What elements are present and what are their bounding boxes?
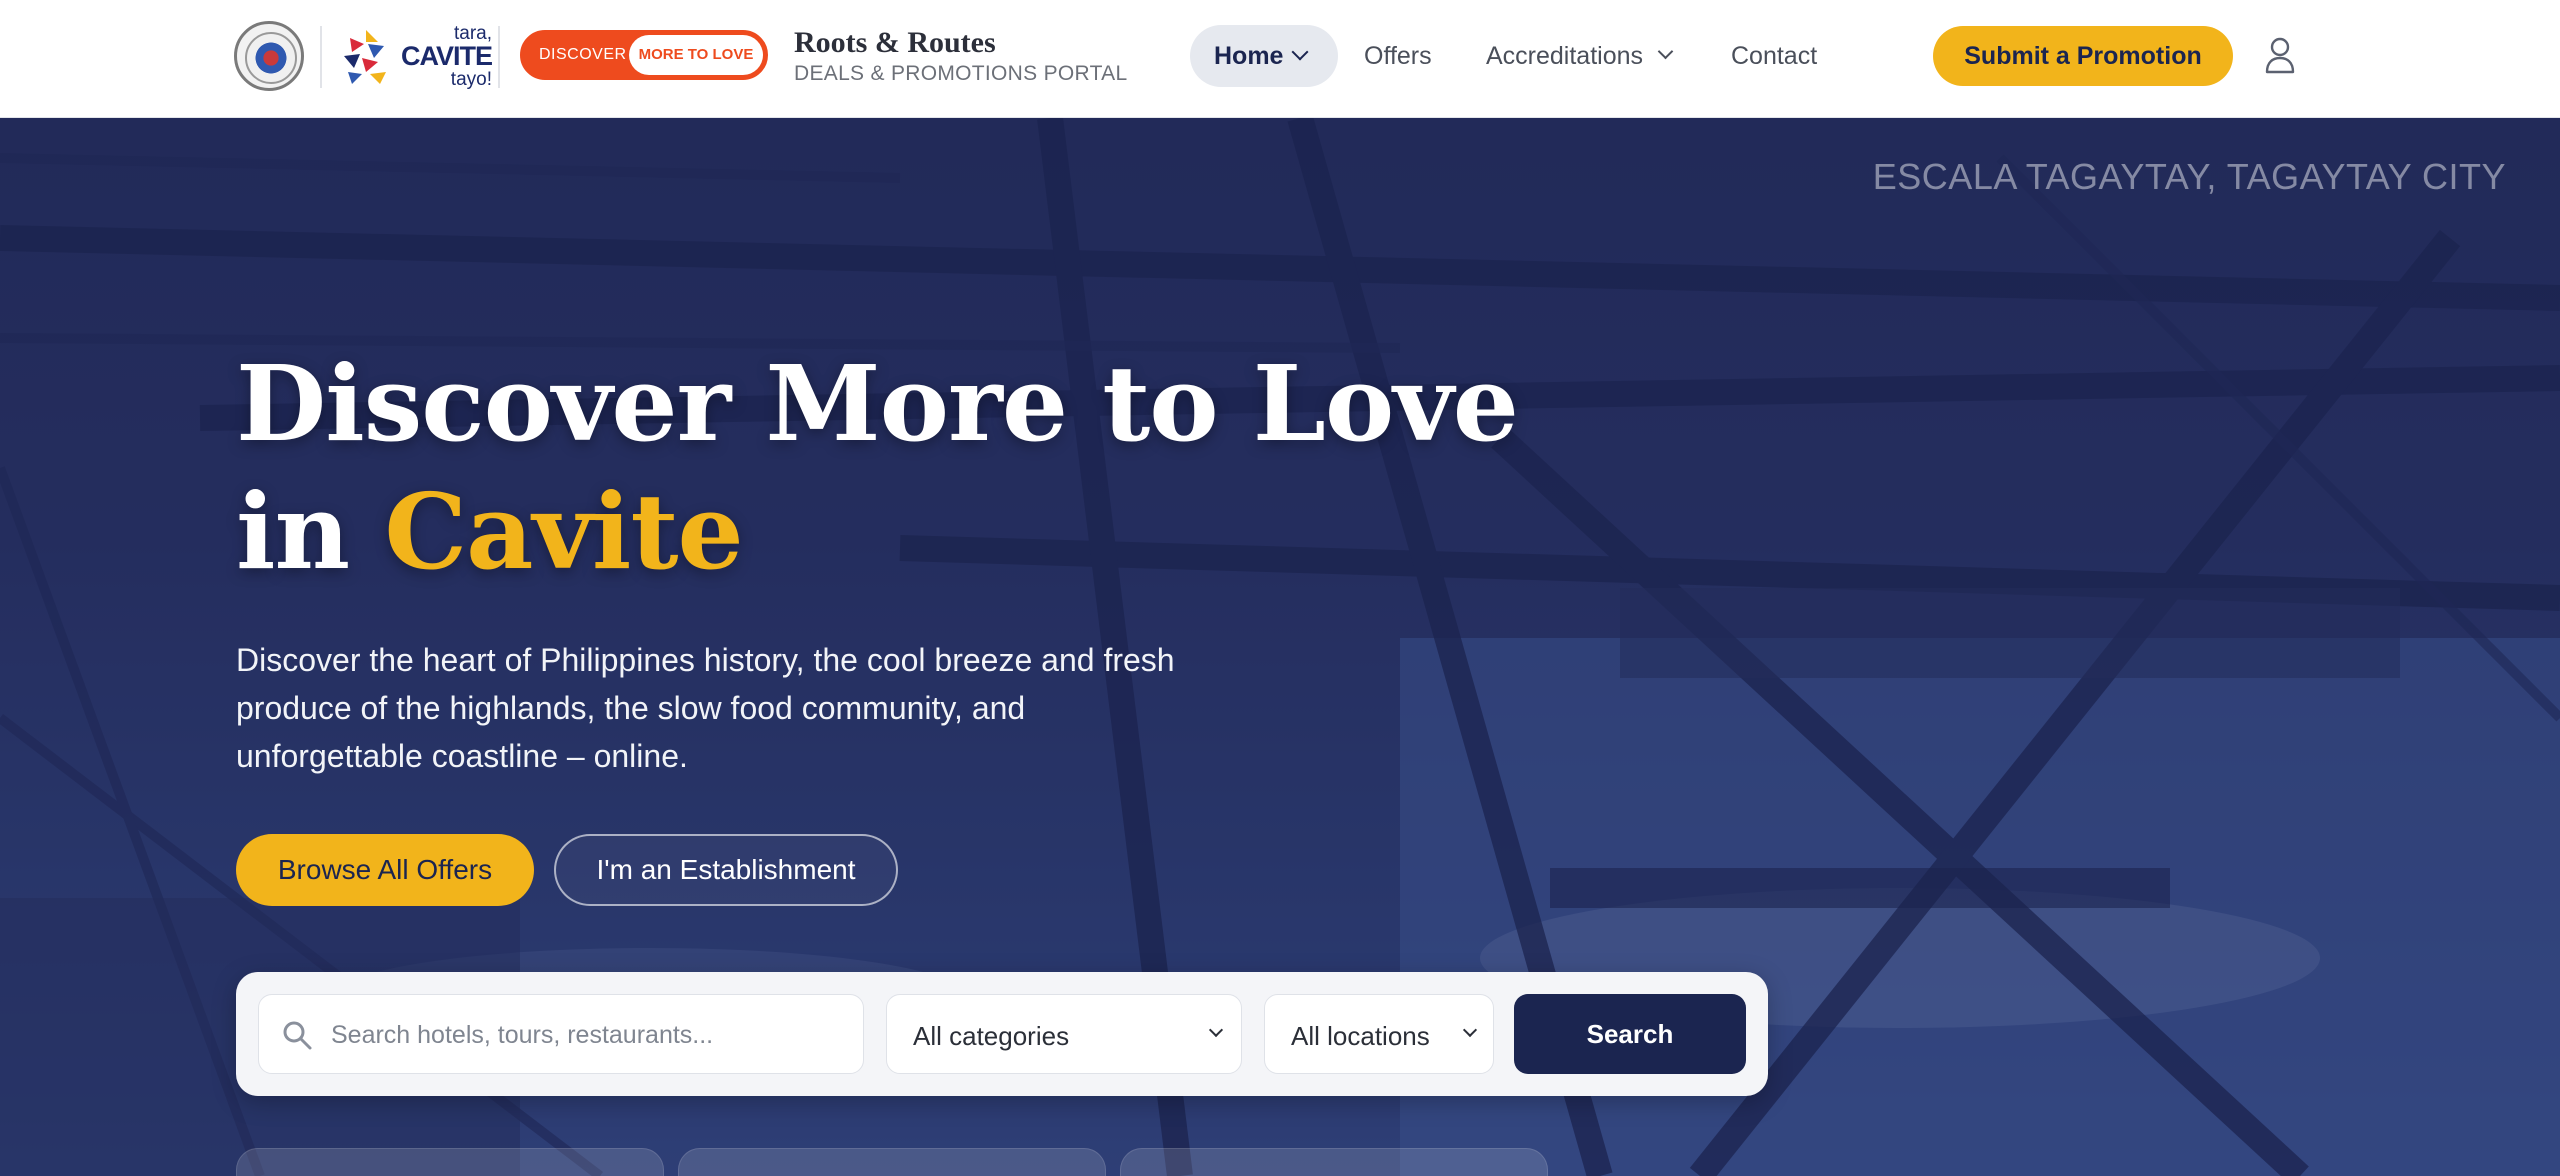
- nav-item-accreditations[interactable]: Accreditations: [1486, 42, 1643, 71]
- discover-more-to-love-badge[interactable]: DISCOVER MORE TO LOVE: [520, 30, 768, 80]
- hero-headline: Discover More to Love in Cavite: [236, 340, 1519, 596]
- nav-item-contact[interactable]: Contact: [1731, 42, 1817, 71]
- category-select-value: All categories: [913, 1021, 1070, 1051]
- offer-card[interactable]: [1120, 1148, 1548, 1176]
- user-icon[interactable]: [2264, 36, 2296, 74]
- submit-promotion-button[interactable]: Submit a Promotion: [1933, 26, 2233, 86]
- nav-home-label: Home: [1214, 42, 1284, 70]
- nav-item-home[interactable]: Home: [1190, 25, 1338, 87]
- logo-divider: [320, 26, 322, 88]
- headline-accent: Cavite: [384, 470, 743, 593]
- photo-location-caption: ESCALA TAGAYTAY, TAGAYTAY CITY: [1872, 156, 2506, 197]
- tara-line2: CAVITE: [400, 41, 493, 71]
- chevron-down-icon[interactable]: [1657, 43, 1674, 60]
- hero-lead-text: Discover the heart of Philippines histor…: [236, 642, 1175, 774]
- location-select[interactable]: All locations: [1264, 994, 1494, 1074]
- search-button[interactable]: Search: [1514, 994, 1746, 1074]
- badge-left-text: DISCOVER: [539, 46, 627, 63]
- tara-cavite-logo[interactable]: tara, CAVITE tayo!: [340, 22, 493, 92]
- brand-title[interactable]: Roots & Routes: [794, 26, 996, 60]
- provincial-seal-logo[interactable]: [234, 21, 304, 91]
- badge-right-text: MORE TO LOVE: [629, 35, 763, 75]
- top-navbar: tara, CAVITE tayo! DISCOVER MORE TO LOVE…: [0, 0, 2560, 118]
- tara-line3: tayo!: [450, 69, 492, 90]
- chevron-down-icon: [1462, 1022, 1478, 1038]
- logo-divider: [498, 26, 500, 88]
- chevron-down-icon: [1291, 43, 1309, 61]
- headline-line1: Discover More to Love: [236, 342, 1519, 465]
- nav-item-offers[interactable]: Offers: [1364, 42, 1432, 71]
- search-icon: [283, 1021, 312, 1050]
- category-select[interactable]: All categories: [886, 994, 1242, 1074]
- hero-section: ESCALA TAGAYTAY, TAGAYTAY CITY Discover …: [0, 118, 2560, 1176]
- chevron-down-icon: [1208, 1022, 1224, 1038]
- search-panel: All categories All locations Search: [236, 972, 1768, 1096]
- offer-card[interactable]: [678, 1148, 1106, 1176]
- brand-subtitle: DEALS & PROMOTIONS PORTAL: [794, 62, 1128, 85]
- search-input[interactable]: [331, 1013, 851, 1057]
- search-field[interactable]: [258, 994, 864, 1074]
- establishment-button[interactable]: I'm an Establishment: [554, 834, 898, 906]
- location-select-value: All locations: [1291, 1021, 1430, 1051]
- browse-all-offers-button[interactable]: Browse All Offers: [236, 834, 534, 906]
- tara-cavite-mark-icon: [344, 30, 386, 84]
- tara-cavite-wordmark: tara, CAVITE tayo!: [396, 24, 493, 90]
- offer-card[interactable]: [236, 1148, 664, 1176]
- headline-in: in: [236, 470, 350, 593]
